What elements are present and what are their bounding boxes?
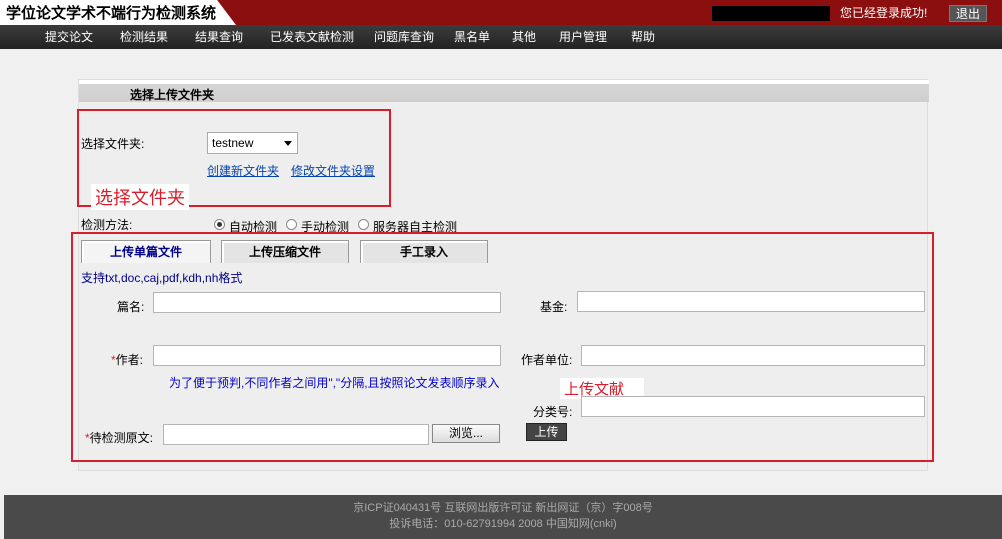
nav-item-other[interactable]: 其他 xyxy=(512,25,536,49)
author-hint-text: 为了便于预判,不同作者之间用","分隔,且按照论文发表顺序录入 xyxy=(169,376,500,390)
folder-label: 选择文件夹: xyxy=(81,137,145,151)
upload-button[interactable]: 上传 xyxy=(526,423,567,441)
panel-header: 选择上传文件夹 xyxy=(79,80,929,102)
footer-contact-text: 投诉电话：010-62791994 2008 中国知网(cnki) xyxy=(389,518,617,530)
file-label: *待检测原文: xyxy=(85,429,153,446)
main-nav: 提交论文 检测结果 结果查询 已发表文献检测 问题库查询 黑名单 其他 用户管理… xyxy=(0,25,1002,49)
login-status-text: 您已经登录成功! xyxy=(840,6,928,20)
browse-button[interactable]: 浏览... xyxy=(432,424,500,443)
folder-annotation: 选择文件夹 xyxy=(91,184,189,210)
chevron-down-icon xyxy=(284,141,292,146)
author-input[interactable] xyxy=(153,345,501,366)
nav-item-user-management[interactable]: 用户管理 xyxy=(559,25,607,49)
file-label-text: 待检测原文: xyxy=(89,431,154,445)
tab-upload-archive[interactable]: 上传压缩文件 xyxy=(221,240,349,263)
tab-manual-entry[interactable]: 手工录入 xyxy=(360,240,488,263)
footer: 京ICP证040431号 互联网出版许可证 新出网证（京）字008号 投诉电话：… xyxy=(4,495,1002,539)
class-number-input[interactable] xyxy=(581,396,925,417)
fund-label: 基金: xyxy=(540,300,568,314)
panel-title: 选择上传文件夹 xyxy=(130,88,215,102)
file-path-input[interactable] xyxy=(163,424,429,445)
affiliation-input[interactable] xyxy=(581,345,925,366)
affiliation-label: 作者单位: xyxy=(521,353,573,367)
nav-item-result-query[interactable]: 结果查询 xyxy=(195,25,243,49)
redacted-username xyxy=(712,6,830,21)
radio-manual-check[interactable] xyxy=(286,219,297,230)
modify-folder-link[interactable]: 修改文件夹设置 xyxy=(291,162,375,179)
fund-input[interactable] xyxy=(577,291,925,312)
nav-item-published-check[interactable]: 已发表文献检测 xyxy=(270,25,354,49)
author-label-text: 作者: xyxy=(115,353,144,367)
author-label: *作者: xyxy=(111,351,143,368)
title-input[interactable] xyxy=(153,292,501,313)
logout-button[interactable]: 退出 xyxy=(949,5,987,22)
nav-item-check-results[interactable]: 检测结果 xyxy=(120,25,168,49)
nav-item-problem-library[interactable]: 问题库查询 xyxy=(374,25,434,49)
method-label: 检测方法: xyxy=(81,218,133,232)
folder-select[interactable]: testnew xyxy=(207,132,298,154)
app-title: 学位论文学术不端行为检测系统 xyxy=(0,0,236,25)
radio-server-check[interactable] xyxy=(358,219,369,230)
nav-item-help[interactable]: 帮助 xyxy=(631,25,655,49)
radio-auto-check[interactable] xyxy=(214,219,225,230)
create-folder-link[interactable]: 创建新文件夹 xyxy=(207,162,279,179)
title-label: 篇名: xyxy=(117,300,145,314)
supported-formats-text: 支持txt,doc,caj,pdf,kdh,nh格式 xyxy=(81,271,243,285)
folder-select-value: testnew xyxy=(212,136,254,150)
nav-item-blacklist[interactable]: 黑名单 xyxy=(454,25,490,49)
tab-upload-single[interactable]: 上传单篇文件 xyxy=(81,240,211,263)
nav-item-submit-paper[interactable]: 提交论文 xyxy=(45,25,93,49)
footer-license-text: 京ICP证040431号 互联网出版许可证 新出网证（京）字008号 xyxy=(353,502,653,514)
header-bar: 学位论文学术不端行为检测系统 您已经登录成功! 退出 xyxy=(0,0,1002,25)
class-number-label: 分类号: xyxy=(533,405,573,419)
